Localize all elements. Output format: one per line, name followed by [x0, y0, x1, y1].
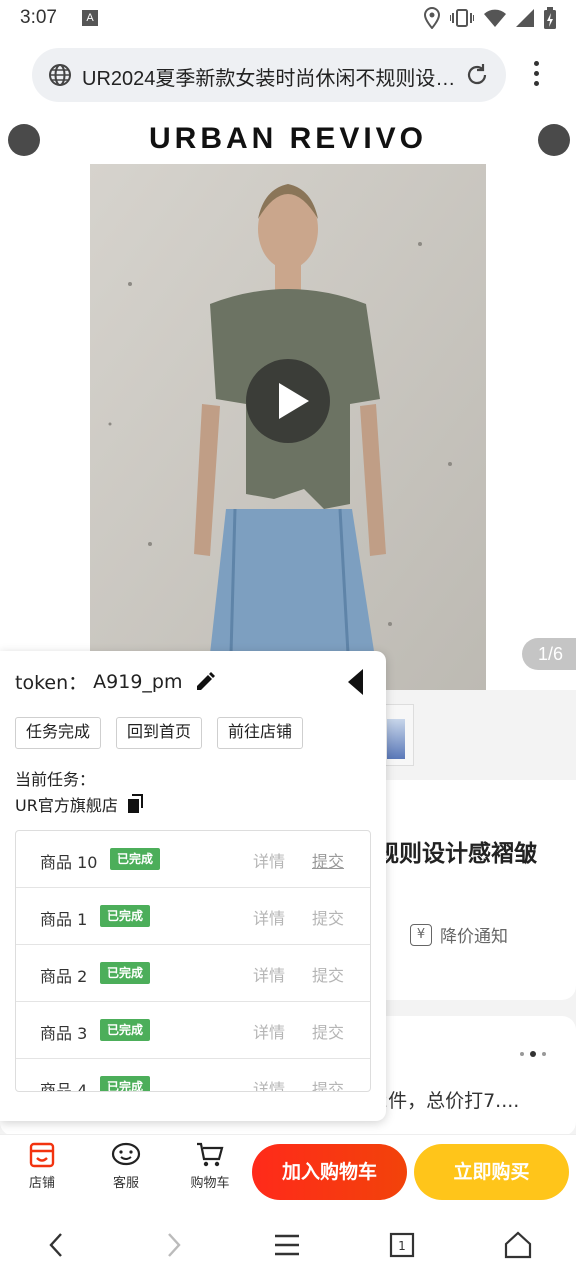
more-circle-button[interactable]: [538, 124, 570, 156]
panel-actions: 任务完成 回到首页 前往店铺: [15, 717, 304, 749]
cart-nav-item[interactable]: 购物车: [180, 1141, 240, 1191]
task-name: 商品 4: [40, 1081, 88, 1092]
detail-link[interactable]: 详情: [253, 962, 285, 986]
tabs-icon[interactable]: 1: [387, 1230, 417, 1260]
detail-link[interactable]: 详情: [253, 848, 285, 872]
service-icon: [111, 1142, 141, 1166]
task-shop-name: UR官方旗舰店: [15, 796, 118, 815]
screen: 3:07 A UR2024夏季新款女装时尚休闲不规则设计感褶皱 URBAN RE…: [0, 0, 576, 1280]
reload-icon[interactable]: [464, 62, 490, 88]
signal-icon: [516, 9, 534, 27]
back-home-button[interactable]: 回到首页: [116, 717, 203, 749]
current-task-shop: UR官方旗舰店: [15, 792, 146, 816]
home-icon[interactable]: [503, 1230, 533, 1260]
table-row: 商品 4 已完成 详情 提交: [16, 1059, 370, 1092]
play-icon[interactable]: [246, 359, 330, 443]
task-name: 商品 3: [40, 1024, 88, 1043]
battery-icon: [544, 7, 556, 29]
status-badge: 已完成: [100, 1076, 151, 1091]
promo-text: 2件，总价打7....: [376, 1090, 520, 1112]
token-row: token： A919_pm: [15, 668, 216, 695]
product-title: 规则设计感褶皱: [376, 841, 537, 867]
add-to-cart-button[interactable]: 加入购物车: [252, 1144, 407, 1200]
system-nav-bar: 1: [0, 1210, 576, 1280]
detail-link[interactable]: 详情: [253, 905, 285, 929]
submit-link[interactable]: 提交: [312, 905, 344, 929]
globe-icon: [49, 64, 71, 86]
table-row: 商品 2 已完成 详情 提交: [16, 945, 370, 1002]
task-name: 商品 2: [40, 967, 88, 986]
location-icon: [424, 7, 440, 29]
table-row: 商品 3 已完成 详情 提交: [16, 1002, 370, 1059]
collapse-panel-button[interactable]: [348, 669, 364, 695]
status-badge: 已完成: [100, 962, 151, 984]
task-table: 商品 10 已完成 详情 提交 商品 1 已完成 详情 提交 商品 2 已完成 …: [15, 830, 371, 1092]
submit-link[interactable]: 提交: [312, 848, 344, 872]
shop-nav-item[interactable]: 店铺: [12, 1141, 72, 1191]
promo-more-icon[interactable]: [520, 1051, 546, 1057]
table-row: 商品 10 已完成 详情 提交: [16, 831, 370, 888]
service-label: 客服: [112, 1176, 139, 1191]
copy-icon[interactable]: [126, 794, 146, 814]
wifi-icon: [484, 9, 506, 27]
token-label: token：: [15, 672, 88, 694]
notification-icon: A: [82, 10, 98, 26]
cart-icon: [197, 1142, 224, 1167]
task-name: 商品 1: [40, 910, 88, 929]
status-bar: 3:07 A: [0, 0, 576, 36]
brand-logo: URBAN REVIVO: [148, 122, 428, 155]
table-row: 商品 1 已完成 详情 提交: [16, 888, 370, 945]
status-badge: 已完成: [110, 848, 161, 870]
submit-link[interactable]: 提交: [312, 1019, 344, 1043]
back-icon[interactable]: [42, 1230, 72, 1260]
menu-icon[interactable]: [272, 1230, 302, 1260]
vibrate-icon: [450, 9, 474, 27]
status-time: 3:07: [20, 7, 57, 28]
forward-icon[interactable]: [158, 1230, 188, 1260]
buy-now-button[interactable]: 立即购买: [414, 1144, 569, 1200]
cart-label: 购物车: [190, 1176, 230, 1191]
task-name: 商品 10: [40, 853, 98, 872]
current-task-label: 当前任务：: [15, 770, 96, 789]
token-value: A919_pm: [93, 670, 183, 693]
status-badge: 已完成: [100, 905, 151, 927]
url-text[interactable]: UR2024夏季新款女装时尚休闲不规则设计感褶皱: [82, 62, 457, 91]
price-alert-button[interactable]: ¥ 降价通知: [410, 922, 508, 947]
more-icon[interactable]: [524, 58, 548, 92]
detail-link[interactable]: 详情: [253, 1076, 285, 1091]
status-badge: 已完成: [100, 1019, 151, 1041]
go-store-button[interactable]: 前往店铺: [217, 717, 304, 749]
url-bar[interactable]: UR2024夏季新款女装时尚休闲不规则设计感褶皱: [32, 48, 506, 102]
shop-label: 店铺: [28, 1176, 55, 1191]
detail-link[interactable]: 详情: [253, 1019, 285, 1043]
yen-icon: ¥: [410, 923, 432, 946]
shop-icon: [29, 1142, 55, 1168]
bottom-action-bar: 店铺 客服 购物车 加入购物车 立即购买: [0, 1134, 576, 1210]
status-icons: [424, 6, 556, 30]
task-complete-button[interactable]: 任务完成: [15, 717, 102, 749]
browser-toolbar: UR2024夏季新款女装时尚休闲不规则设计感褶皱: [0, 36, 576, 114]
edit-icon[interactable]: [194, 671, 216, 693]
svg-text:1: 1: [398, 1239, 406, 1253]
submit-link[interactable]: 提交: [312, 962, 344, 986]
service-nav-item[interactable]: 客服: [96, 1141, 156, 1191]
price-alert-label: 降价通知: [440, 927, 508, 947]
task-panel: token： A919_pm 任务完成 回到首页 前往店铺 当前任务： UR官方…: [0, 651, 386, 1121]
submit-link[interactable]: 提交: [312, 1076, 344, 1091]
image-counter: 1/6: [522, 638, 576, 670]
